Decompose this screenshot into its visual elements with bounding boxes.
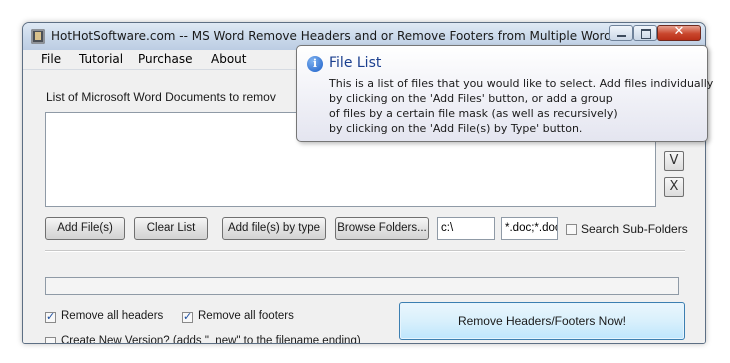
- tooltip-line: of files by a certain file mask (as well…: [329, 107, 618, 120]
- remove-file-button[interactable]: X: [664, 177, 684, 197]
- create-new-version-label: Create New Version? (adds "_new" to the …: [61, 335, 361, 344]
- browse-folders-button[interactable]: Browse Folders...: [335, 217, 429, 240]
- maximize-button[interactable]: [633, 25, 657, 41]
- add-by-type-button[interactable]: Add file(s) by type: [222, 217, 326, 240]
- progress-bar: [45, 277, 679, 295]
- search-subfolders-label: Search Sub-Folders: [581, 222, 688, 236]
- tooltip-title: File List: [329, 55, 382, 71]
- file-mask-input[interactable]: *.doc;*.doc: [501, 217, 558, 240]
- remove-footers-label: Remove all footers: [198, 310, 294, 322]
- info-icon: i: [307, 56, 323, 72]
- app-icon: [31, 29, 45, 44]
- clear-list-button[interactable]: Clear List: [134, 217, 208, 240]
- file-list-label: List of Microsoft Word Documents to remo…: [46, 90, 276, 104]
- create-new-version-checkbox[interactable]: [45, 337, 56, 343]
- file-list-tooltip: i File List This is a list of files that…: [296, 45, 713, 142]
- close-icon: ✕: [673, 24, 685, 39]
- window-title: HotHotSoftware.com -- MS Word Remove Hea…: [51, 29, 658, 43]
- add-files-button[interactable]: Add File(s): [45, 217, 125, 240]
- divider: [45, 250, 685, 252]
- tooltip-line: This is a list of files that you would l…: [329, 77, 714, 90]
- folder-input[interactable]: c:\: [437, 217, 495, 240]
- menu-tutorial[interactable]: Tutorial: [79, 52, 123, 66]
- search-subfolders-checkbox[interactable]: [566, 224, 577, 235]
- remove-headers-checkbox[interactable]: [45, 310, 56, 323]
- close-button[interactable]: ✕: [657, 24, 701, 41]
- remove-headers-label: Remove all headers: [61, 310, 164, 322]
- menu-purchase[interactable]: Purchase: [138, 52, 193, 66]
- move-down-button[interactable]: V: [664, 151, 684, 171]
- remove-footers-checkbox[interactable]: [182, 310, 193, 323]
- minimize-button[interactable]: [609, 25, 633, 41]
- tooltip-line: by clicking on the 'Add Files' button, o…: [329, 92, 613, 105]
- menu-file[interactable]: File: [41, 52, 61, 66]
- tooltip-line: by clicking on the 'Add File(s) by Type'…: [329, 122, 583, 135]
- menu-about[interactable]: About: [211, 52, 246, 66]
- remove-headers-footers-button[interactable]: Remove Headers/Footers Now!: [399, 302, 685, 340]
